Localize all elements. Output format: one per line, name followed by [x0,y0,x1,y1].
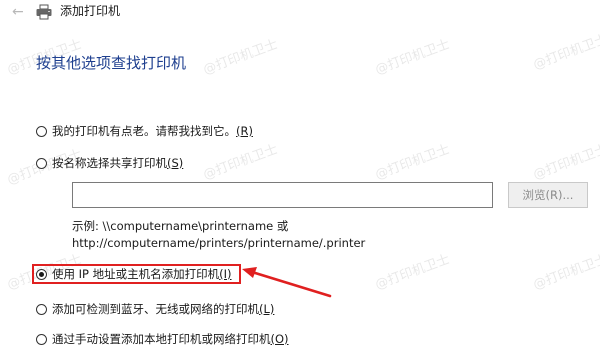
example-line-1: 示例: \\computername\printername 或 [72,219,289,233]
option-label: 添加可检测到蓝牙、无线或网络的打印机 [52,302,259,316]
option-access-key: (S) [167,156,184,170]
browse-button[interactable]: 浏览(R)... [508,182,588,208]
annotation-arrow-icon [242,267,332,298]
watermark: @打印机卫士 [201,37,280,78]
watermark: @打印机卫士 [373,252,452,293]
watermark: @打印机卫士 [373,37,452,78]
watermark: @打印机卫士 [531,252,600,293]
radio-button[interactable] [36,333,47,345]
option-label: 按名称选择共享打印机 [52,156,167,170]
page-title: 按其他选项查找打印机 [36,54,187,72]
radio-button[interactable] [36,125,47,137]
option-manual-local-network[interactable]: 通过手动设置添加本地打印机或网络打印机 (O) [36,330,289,348]
printer-icon [36,4,52,20]
radio-button[interactable] [36,157,47,169]
watermark: @打印机卫士 [531,32,600,73]
watermark: @打印机卫士 [373,142,452,183]
radio-button[interactable] [36,303,47,315]
option-label: 我的打印机有点老。请帮我找到它。 [52,124,236,138]
watermark: @打印机卫士 [531,142,600,183]
window-title: 添加打印机 [60,4,121,18]
printer-name-input[interactable] [72,182,493,208]
example-line-2: http://computername/printers/printername… [72,236,366,250]
option-access-key: (O) [270,332,289,346]
option-access-key: (L) [259,302,275,316]
watermark: @打印机卫士 [201,142,280,183]
option-access-key: (R) [236,124,253,138]
option-shared-printer-by-name[interactable]: 按名称选择共享打印机 (S) [36,154,183,172]
option-bluetooth-wireless-network[interactable]: 添加可检测到蓝牙、无线或网络的打印机 (L) [36,300,274,318]
back-arrow-icon[interactable]: ← [12,4,28,20]
annotation-highlight-box [32,264,241,284]
option-label: 通过手动设置添加本地打印机或网络打印机 [52,332,271,346]
option-old-printer[interactable]: 我的打印机有点老。请帮我找到它。 (R) [36,122,253,140]
example-text: 示例: \\computername\printername 或 http://… [72,218,365,252]
